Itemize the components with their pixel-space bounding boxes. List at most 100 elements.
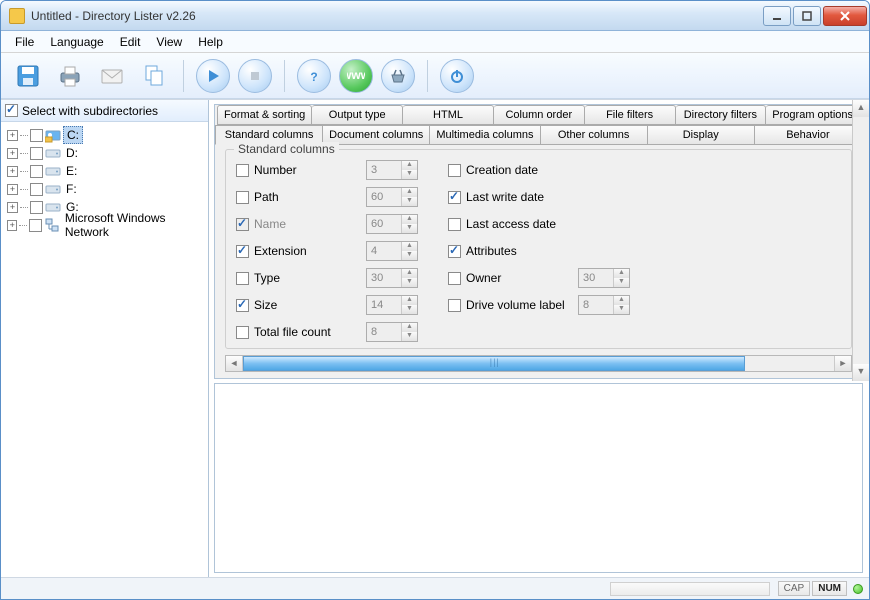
scroll-left-arrow[interactable]: ◄ bbox=[226, 356, 243, 371]
tab[interactable]: Display bbox=[648, 125, 755, 145]
tab[interactable]: Program options bbox=[766, 105, 860, 125]
save-button[interactable] bbox=[9, 57, 47, 95]
tab[interactable]: Output type bbox=[312, 105, 403, 125]
scroll-right-arrow[interactable]: ► bbox=[834, 356, 851, 371]
expand-icon[interactable]: + bbox=[7, 220, 17, 231]
scroll-track[interactable] bbox=[853, 117, 869, 364]
tab[interactable]: Multimedia columns bbox=[430, 125, 540, 145]
tree-item[interactable]: +Microsoft Windows Network bbox=[3, 216, 206, 234]
spinner-down[interactable]: ▼ bbox=[402, 251, 417, 260]
column-checkbox-label[interactable]: Creation date bbox=[448, 163, 578, 177]
buy-button[interactable] bbox=[379, 57, 417, 95]
spinner-up[interactable]: ▲ bbox=[402, 161, 417, 170]
tab[interactable]: Behavior bbox=[755, 125, 862, 145]
spinner-up[interactable]: ▲ bbox=[614, 269, 629, 278]
spinner-up[interactable]: ▲ bbox=[402, 323, 417, 332]
scroll-down-arrow[interactable]: ▼ bbox=[853, 364, 869, 381]
copy-button[interactable] bbox=[135, 57, 173, 95]
tree-checkbox[interactable] bbox=[30, 201, 43, 214]
column-checkbox-label[interactable]: Drive volume label bbox=[448, 298, 578, 312]
tab[interactable]: Column order bbox=[494, 105, 585, 125]
column-checkbox[interactable] bbox=[236, 164, 249, 177]
spinner-value[interactable] bbox=[367, 215, 401, 233]
tab[interactable]: Format & sorting bbox=[217, 105, 312, 125]
column-width-spinner[interactable]: ▲▼ bbox=[578, 295, 630, 315]
column-checkbox[interactable] bbox=[236, 218, 249, 231]
help-button[interactable]: ? bbox=[295, 57, 333, 95]
maximize-button[interactable] bbox=[793, 6, 821, 26]
tree-checkbox[interactable] bbox=[30, 129, 43, 142]
mail-button[interactable] bbox=[93, 57, 131, 95]
menu-file[interactable]: File bbox=[7, 33, 42, 51]
tree-item[interactable]: +E: bbox=[3, 162, 206, 180]
spinner-down[interactable]: ▼ bbox=[402, 305, 417, 314]
tab[interactable]: Document columns bbox=[323, 125, 430, 145]
menu-language[interactable]: Language bbox=[42, 33, 111, 51]
expand-icon[interactable]: + bbox=[7, 166, 18, 177]
column-checkbox-label[interactable]: Last write date bbox=[448, 190, 578, 204]
scroll-track[interactable] bbox=[243, 356, 834, 371]
directory-tree[interactable]: +C:+D:+E:+F:+G:+Microsoft Windows Networ… bbox=[1, 122, 208, 577]
tree-checkbox[interactable] bbox=[30, 147, 43, 160]
spinner-value[interactable] bbox=[367, 323, 401, 341]
stop-button[interactable] bbox=[236, 57, 274, 95]
tab[interactable]: File filters bbox=[585, 105, 676, 125]
tree-checkbox[interactable] bbox=[30, 183, 43, 196]
column-width-spinner[interactable]: ▲▼ bbox=[366, 187, 418, 207]
column-width-spinner[interactable]: ▲▼ bbox=[578, 268, 630, 288]
tree-checkbox[interactable] bbox=[29, 219, 42, 232]
column-checkbox[interactable] bbox=[236, 245, 249, 258]
power-button[interactable] bbox=[438, 57, 476, 95]
minimize-button[interactable] bbox=[763, 6, 791, 26]
start-button[interactable] bbox=[194, 57, 232, 95]
column-checkbox-label[interactable]: Type bbox=[236, 271, 366, 285]
close-button[interactable] bbox=[823, 6, 867, 26]
column-width-spinner[interactable]: ▲▼ bbox=[366, 241, 418, 261]
column-checkbox-label[interactable]: Total file count bbox=[236, 325, 366, 339]
column-checkbox[interactable] bbox=[236, 299, 249, 312]
select-subdirectories-checkbox[interactable] bbox=[5, 104, 18, 117]
column-checkbox-label[interactable]: Name bbox=[236, 217, 366, 231]
spinner-value[interactable] bbox=[367, 296, 401, 314]
spinner-value[interactable] bbox=[367, 269, 401, 287]
column-checkbox[interactable] bbox=[448, 245, 461, 258]
spinner-down[interactable]: ▼ bbox=[402, 332, 417, 341]
column-width-spinner[interactable]: ▲▼ bbox=[366, 268, 418, 288]
spinner-value[interactable] bbox=[367, 242, 401, 260]
spinner-up[interactable]: ▲ bbox=[402, 269, 417, 278]
spinner-down[interactable]: ▼ bbox=[614, 278, 629, 287]
tree-item[interactable]: +F: bbox=[3, 180, 206, 198]
column-checkbox-label[interactable]: Path bbox=[236, 190, 366, 204]
spinner-value[interactable] bbox=[367, 188, 401, 206]
tab[interactable]: Other columns bbox=[541, 125, 648, 145]
titlebar[interactable]: Untitled - Directory Lister v2.26 bbox=[1, 1, 869, 31]
tree-checkbox[interactable] bbox=[30, 165, 43, 178]
spinner-up[interactable]: ▲ bbox=[402, 296, 417, 305]
spinner-down[interactable]: ▼ bbox=[402, 278, 417, 287]
menu-edit[interactable]: Edit bbox=[112, 33, 149, 51]
spinner-value[interactable] bbox=[579, 296, 613, 314]
spinner-up[interactable]: ▲ bbox=[402, 242, 417, 251]
spinner-down[interactable]: ▼ bbox=[402, 224, 417, 233]
spinner-up[interactable]: ▲ bbox=[614, 296, 629, 305]
expand-icon[interactable]: + bbox=[7, 148, 18, 159]
column-checkbox-label[interactable]: Number bbox=[236, 163, 366, 177]
column-checkbox[interactable] bbox=[448, 164, 461, 177]
column-checkbox-label[interactable]: Size bbox=[236, 298, 366, 312]
spinner-down[interactable]: ▼ bbox=[614, 305, 629, 314]
column-checkbox[interactable] bbox=[448, 299, 461, 312]
tab[interactable]: HTML bbox=[403, 105, 494, 125]
column-checkbox[interactable] bbox=[448, 272, 461, 285]
scroll-up-arrow[interactable]: ▲ bbox=[853, 100, 869, 117]
column-checkbox[interactable] bbox=[236, 191, 249, 204]
expand-icon[interactable]: + bbox=[7, 130, 18, 141]
horizontal-scrollbar[interactable]: ◄ ► bbox=[225, 355, 852, 372]
menu-help[interactable]: Help bbox=[190, 33, 231, 51]
column-checkbox[interactable] bbox=[236, 272, 249, 285]
spinner-value[interactable] bbox=[367, 161, 401, 179]
spinner-down[interactable]: ▼ bbox=[402, 197, 417, 206]
vertical-scrollbar[interactable]: ▲ ▼ bbox=[852, 100, 869, 381]
column-checkbox-label[interactable]: Extension bbox=[236, 244, 366, 258]
column-width-spinner[interactable]: ▲▼ bbox=[366, 322, 418, 342]
tab[interactable]: Directory filters bbox=[676, 105, 767, 125]
